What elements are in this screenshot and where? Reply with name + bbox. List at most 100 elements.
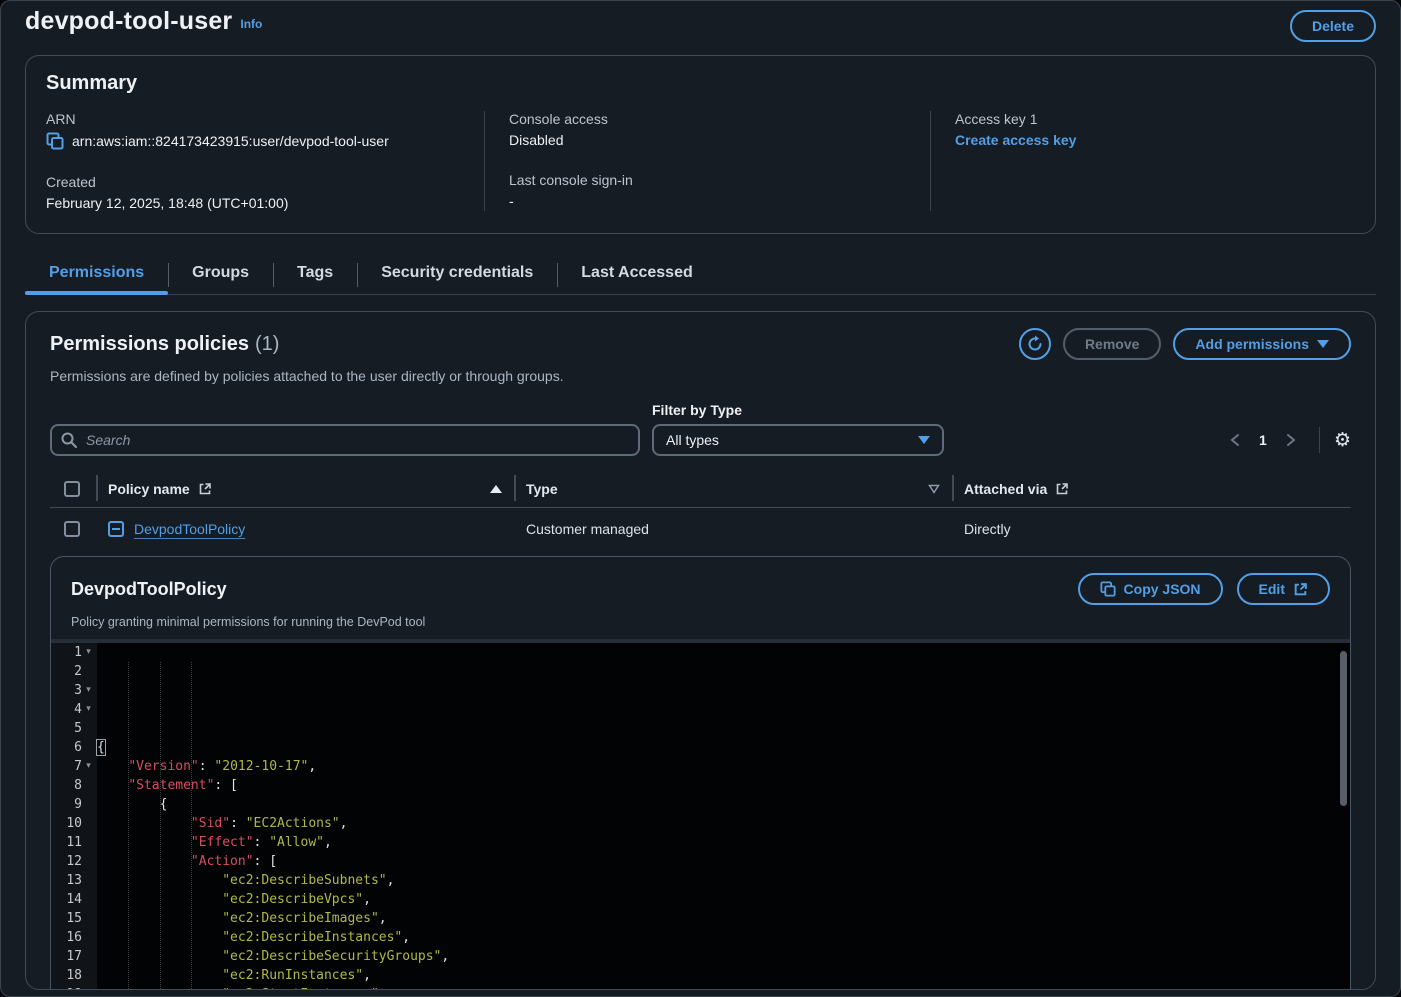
editor-scrollbar[interactable]: [1340, 651, 1347, 806]
summary-col-1: ARN arn:aws:iam::824173423915:user/devpo…: [46, 111, 484, 211]
arn-field: ARN arn:aws:iam::824173423915:user/devpo…: [46, 111, 464, 150]
next-page-button[interactable]: [1277, 426, 1305, 454]
add-permissions-label: Add permissions: [1195, 336, 1309, 352]
column-policy-name[interactable]: Policy name: [96, 470, 514, 507]
policy-name-header-label: Policy name: [108, 481, 190, 497]
json-code-editor[interactable]: 1▾23▾4▾567▾891011121314151617181920 { "V…: [51, 639, 1350, 990]
collapse-row-icon[interactable]: [108, 521, 124, 537]
code-line: "ec2:DescribeInstances",: [97, 928, 1350, 947]
line-number: 10: [51, 814, 97, 833]
code-line: "Sid": "EC2Actions",: [97, 814, 1350, 833]
console-access-value: Disabled: [509, 132, 910, 148]
chevron-down-icon: [918, 436, 930, 444]
divider: [1319, 427, 1320, 453]
code-line: "ec2:DescribeImages",: [97, 909, 1350, 928]
last-signin-label: Last console sign-in: [509, 172, 910, 188]
page-number[interactable]: 1: [1253, 432, 1273, 448]
info-link[interactable]: Info: [240, 17, 262, 31]
delete-button[interactable]: Delete: [1290, 10, 1376, 42]
tab-strip: PermissionsGroupsTagsSecurity credential…: [25, 254, 1376, 295]
edit-label: Edit: [1259, 581, 1285, 597]
code-line: "ec2:StartInstances",: [97, 985, 1350, 990]
settings-gear-button[interactable]: ⚙: [1334, 431, 1351, 450]
tab-security-credentials[interactable]: Security credentials: [357, 254, 557, 294]
line-number: 15: [51, 909, 97, 928]
column-attached-via[interactable]: Attached via: [952, 470, 1351, 507]
line-number: 5: [51, 719, 97, 738]
copy-json-button[interactable]: Copy JSON: [1078, 573, 1223, 605]
access-key-field: Access key 1 Create access key: [955, 111, 1335, 148]
line-number: 7▾: [51, 757, 97, 776]
create-access-key-link[interactable]: Create access key: [955, 132, 1076, 148]
line-number: 19: [51, 985, 97, 990]
line-number: 18: [51, 966, 97, 985]
created-field: Created February 12, 2025, 18:48 (UTC+01…: [46, 174, 464, 211]
tab-tags[interactable]: Tags: [273, 254, 357, 294]
attached-via-header-label: Attached via: [964, 481, 1047, 497]
line-number: 9: [51, 795, 97, 814]
line-number: 1▾: [51, 643, 97, 662]
line-number: 14: [51, 890, 97, 909]
search-input[interactable]: [50, 424, 640, 456]
topbar: devpod-tool-user Info Delete: [25, 1, 1376, 42]
line-number: 13: [51, 871, 97, 890]
refresh-button[interactable]: [1019, 328, 1051, 360]
last-signin-value: -: [509, 193, 910, 209]
search-icon: [60, 431, 78, 449]
filter-row: Filter by Type All types 1 ⚙: [50, 402, 1351, 456]
copy-icon[interactable]: [46, 132, 64, 150]
refresh-icon: [1026, 335, 1044, 353]
last-signin-field: Last console sign-in -: [509, 172, 910, 209]
line-number: 4▾: [51, 700, 97, 719]
permissions-policies-title: Permissions policies: [50, 333, 249, 356]
code-line: "ec2:DescribeSecurityGroups",: [97, 947, 1350, 966]
external-link-icon: [1293, 582, 1308, 597]
summary-title: Summary: [46, 72, 1355, 95]
external-link-icon: [1055, 482, 1069, 496]
line-number: 6: [51, 738, 97, 757]
policy-name-link[interactable]: DevpodToolPolicy: [134, 521, 245, 537]
edit-button[interactable]: Edit: [1237, 573, 1330, 605]
tab-last-accessed[interactable]: Last Accessed: [557, 254, 716, 294]
code-line: "Version": "2012-10-17",: [97, 757, 1350, 776]
line-number: 11: [51, 833, 97, 852]
external-link-icon: [198, 482, 212, 496]
policy-detail-panel: DevpodToolPolicy Copy JSON Edit: [50, 556, 1351, 990]
page-title: devpod-tool-user: [25, 7, 232, 36]
tab-groups[interactable]: Groups: [168, 254, 273, 294]
code-gutter: 1▾23▾4▾567▾891011121314151617181920: [51, 643, 97, 990]
filter-by-type-label: Filter by Type: [652, 402, 944, 418]
type-header-label: Type: [526, 481, 558, 497]
code-line: "Effect": "Allow",: [97, 833, 1350, 852]
page: devpod-tool-user Info Delete Summary ARN…: [0, 0, 1401, 997]
policies-table: Policy name Type Attached via: [50, 470, 1351, 550]
policy-type-value: Customer managed: [514, 521, 952, 537]
code-line: "ec2:RunInstances",: [97, 966, 1350, 985]
add-permissions-button[interactable]: Add permissions: [1173, 328, 1351, 360]
attached-via-value: Directly: [952, 521, 1351, 537]
sort-ascending-icon[interactable]: [490, 485, 502, 493]
remove-button[interactable]: Remove: [1063, 328, 1161, 360]
sort-descending-outline-icon[interactable]: [928, 484, 940, 494]
type-filter-select[interactable]: All types: [652, 424, 944, 456]
type-filter-value: All types: [666, 432, 719, 448]
summary-col-2: Console access Disabled Last console sig…: [484, 111, 930, 211]
row-checkbox[interactable]: [64, 521, 80, 537]
select-all-checkbox[interactable]: [64, 481, 80, 497]
permissions-policies-panel: Permissions policies (1) Remove Add perm…: [25, 311, 1376, 990]
line-number: 2: [51, 662, 97, 681]
pagination: 1 ⚙: [1221, 424, 1351, 456]
code-line: "ec2:DescribeSubnets",: [97, 871, 1350, 890]
previous-page-button[interactable]: [1221, 426, 1249, 454]
copy-icon: [1100, 581, 1116, 597]
tab-permissions[interactable]: Permissions: [25, 254, 168, 294]
code-line: {: [97, 738, 1350, 757]
console-access-label: Console access: [509, 111, 910, 127]
table-header: Policy name Type Attached via: [50, 470, 1351, 508]
code-line: "ec2:DescribeVpcs",: [97, 890, 1350, 909]
line-number: 3▾: [51, 681, 97, 700]
policies-count: (1): [255, 333, 279, 356]
access-key-label: Access key 1: [955, 111, 1335, 127]
summary-card: Summary ARN arn:aws:iam::824173423915:us…: [25, 55, 1376, 234]
column-type[interactable]: Type: [514, 470, 952, 507]
